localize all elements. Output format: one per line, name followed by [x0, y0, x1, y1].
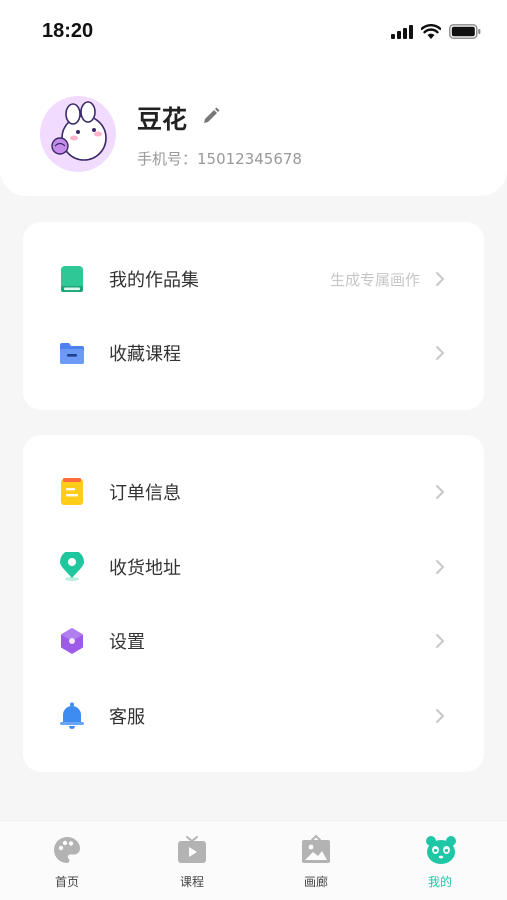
picture-frame-icon	[302, 835, 330, 863]
menu-label-favorite-courses: 收藏课程	[109, 344, 181, 365]
signal-icon	[391, 24, 413, 39]
book-icon	[61, 266, 83, 292]
tab-gallery[interactable]: 画廊	[266, 821, 366, 900]
avatar[interactable]	[40, 96, 116, 172]
bottom-tab-bar: 首页 课程 画廊 我的	[0, 820, 507, 900]
menu-item-portfolio[interactable]: 我的作品集 生成专属画作	[23, 249, 484, 309]
location-pin-icon	[60, 552, 84, 581]
user-name: 豆花	[137, 105, 188, 134]
chevron-right-icon	[436, 272, 444, 286]
menu-label-customer-service: 客服	[109, 707, 145, 728]
menu-hint-portfolio: 生成专属画作	[329, 270, 420, 289]
menu-label-portfolio: 我的作品集	[109, 270, 199, 291]
tab-home[interactable]: 首页	[17, 821, 117, 900]
bell-icon	[60, 702, 84, 729]
chevron-right-icon	[436, 346, 444, 360]
phone-number: 手机号：15012345678	[137, 150, 302, 168]
tab-courses[interactable]: 课程	[142, 821, 242, 900]
tab-label-home: 首页	[54, 875, 79, 889]
menu-label-orders: 订单信息	[109, 483, 181, 504]
wifi-icon	[421, 24, 441, 39]
panda-icon	[426, 836, 456, 864]
tab-label-courses: 课程	[179, 875, 204, 889]
chevron-right-icon	[436, 560, 444, 574]
profile-header: 豆花 手机号：15012345678	[0, 62, 507, 196]
menu-item-customer-service[interactable]: 客服	[23, 686, 484, 746]
chevron-right-icon	[436, 634, 444, 648]
palette-icon	[54, 837, 80, 863]
tab-label-gallery: 画廊	[303, 875, 328, 889]
chevron-right-icon	[436, 709, 444, 723]
menu-card-account: 订单信息 收货地址 设置 客服	[23, 435, 484, 772]
avatar-illustration	[40, 96, 116, 172]
battery-icon	[449, 24, 481, 39]
status-icons	[391, 24, 481, 39]
menu-item-orders[interactable]: 订单信息	[23, 462, 484, 522]
status-bar: 18:20	[0, 0, 507, 62]
tab-mine[interactable]: 我的	[390, 821, 490, 900]
menu-item-settings[interactable]: 设置	[23, 611, 484, 671]
tab-label-mine: 我的	[427, 875, 452, 889]
menu-label-address: 收货地址	[109, 558, 181, 579]
tv-play-icon	[178, 836, 206, 863]
settings-hexagon-icon	[61, 628, 83, 654]
menu-item-address[interactable]: 收货地址	[23, 537, 484, 597]
order-icon	[61, 478, 83, 505]
menu-card-works: 我的作品集 生成专属画作 收藏课程	[23, 222, 484, 410]
menu-label-settings: 设置	[109, 632, 145, 653]
menu-item-favorite-courses[interactable]: 收藏课程	[23, 323, 484, 383]
folder-icon	[60, 343, 84, 364]
status-time: 18:20	[42, 20, 94, 42]
chevron-right-icon	[436, 485, 444, 499]
edit-pencil-icon[interactable]	[201, 106, 221, 126]
